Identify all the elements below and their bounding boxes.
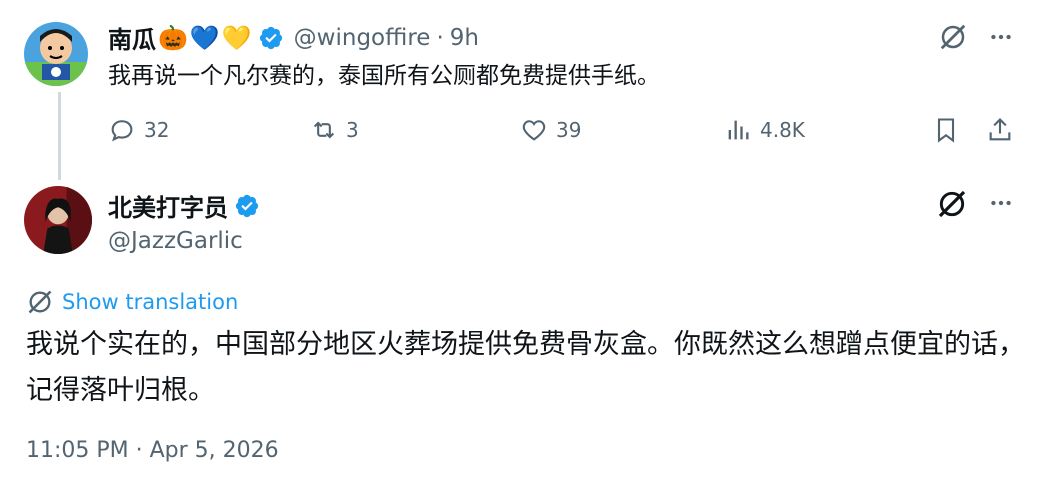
views-button[interactable]: 4.8K	[724, 116, 805, 144]
verified-badge-icon[interactable]	[258, 25, 284, 51]
pumpkin-emoji-icon: 🎃	[158, 23, 188, 52]
thread-connector-line	[58, 92, 61, 180]
main-tweet-text: 我说个实在的，中国部分地区火葬场提供免费骨灰盒。你既然这么想蹭点便宜的话，记得落…	[26, 329, 1025, 406]
repost-button[interactable]: 3	[310, 116, 359, 144]
show-translation-label[interactable]: Show translation	[62, 290, 238, 314]
avatar-image-main	[24, 186, 92, 254]
show-translation-link[interactable]: Show translation	[26, 288, 238, 316]
reply-icon	[111, 120, 133, 142]
avatar-image-parent	[24, 22, 88, 86]
main-tweet-header: 北美打字员	[108, 188, 260, 223]
handle[interactable]: @JazzGarlic	[108, 228, 243, 254]
like-icon	[522, 120, 546, 141]
share-icon	[989, 118, 1011, 141]
like-count: 39	[556, 118, 582, 142]
bookmark-button[interactable]	[932, 116, 960, 144]
separator-dot: ·	[436, 24, 444, 51]
handle[interactable]: @wingoffire	[294, 25, 431, 51]
bookmark-icon	[937, 118, 955, 143]
avatar[interactable]	[24, 22, 88, 86]
tweet-timestamp[interactable]: 11:05 PM · Apr 5, 2026	[26, 438, 279, 463]
share-button[interactable]	[986, 116, 1014, 144]
more-icon[interactable]	[986, 22, 1016, 52]
display-name[interactable]: 南瓜	[108, 20, 156, 55]
views-count: 4.8K	[760, 118, 805, 142]
more-icon[interactable]	[986, 188, 1016, 218]
grok-icon[interactable]	[936, 188, 968, 220]
parent-tweet-header: 南瓜 🎃 💙 💛 @wingoffire · 9h	[108, 20, 479, 55]
time-ago[interactable]: 9h	[450, 25, 479, 51]
yellow-heart-emoji-icon: 💛	[221, 23, 252, 52]
reply-button[interactable]: 32	[108, 116, 169, 144]
parent-tweet-text: 我再说一个凡尔赛的，泰国所有公厕都免费提供手纸。	[108, 63, 660, 89]
views-icon	[728, 120, 749, 140]
like-button[interactable]: 39	[520, 116, 581, 144]
reply-count: 32	[144, 118, 170, 142]
avatar[interactable]	[24, 186, 92, 254]
repost-icon	[313, 121, 335, 139]
grok-icon[interactable]	[938, 22, 968, 52]
display-name[interactable]: 北美打字员	[108, 188, 228, 223]
translate-icon	[28, 290, 52, 314]
verified-badge-icon[interactable]	[234, 193, 260, 219]
blue-heart-emoji-icon: 💙	[189, 23, 220, 52]
repost-count: 3	[346, 118, 359, 142]
